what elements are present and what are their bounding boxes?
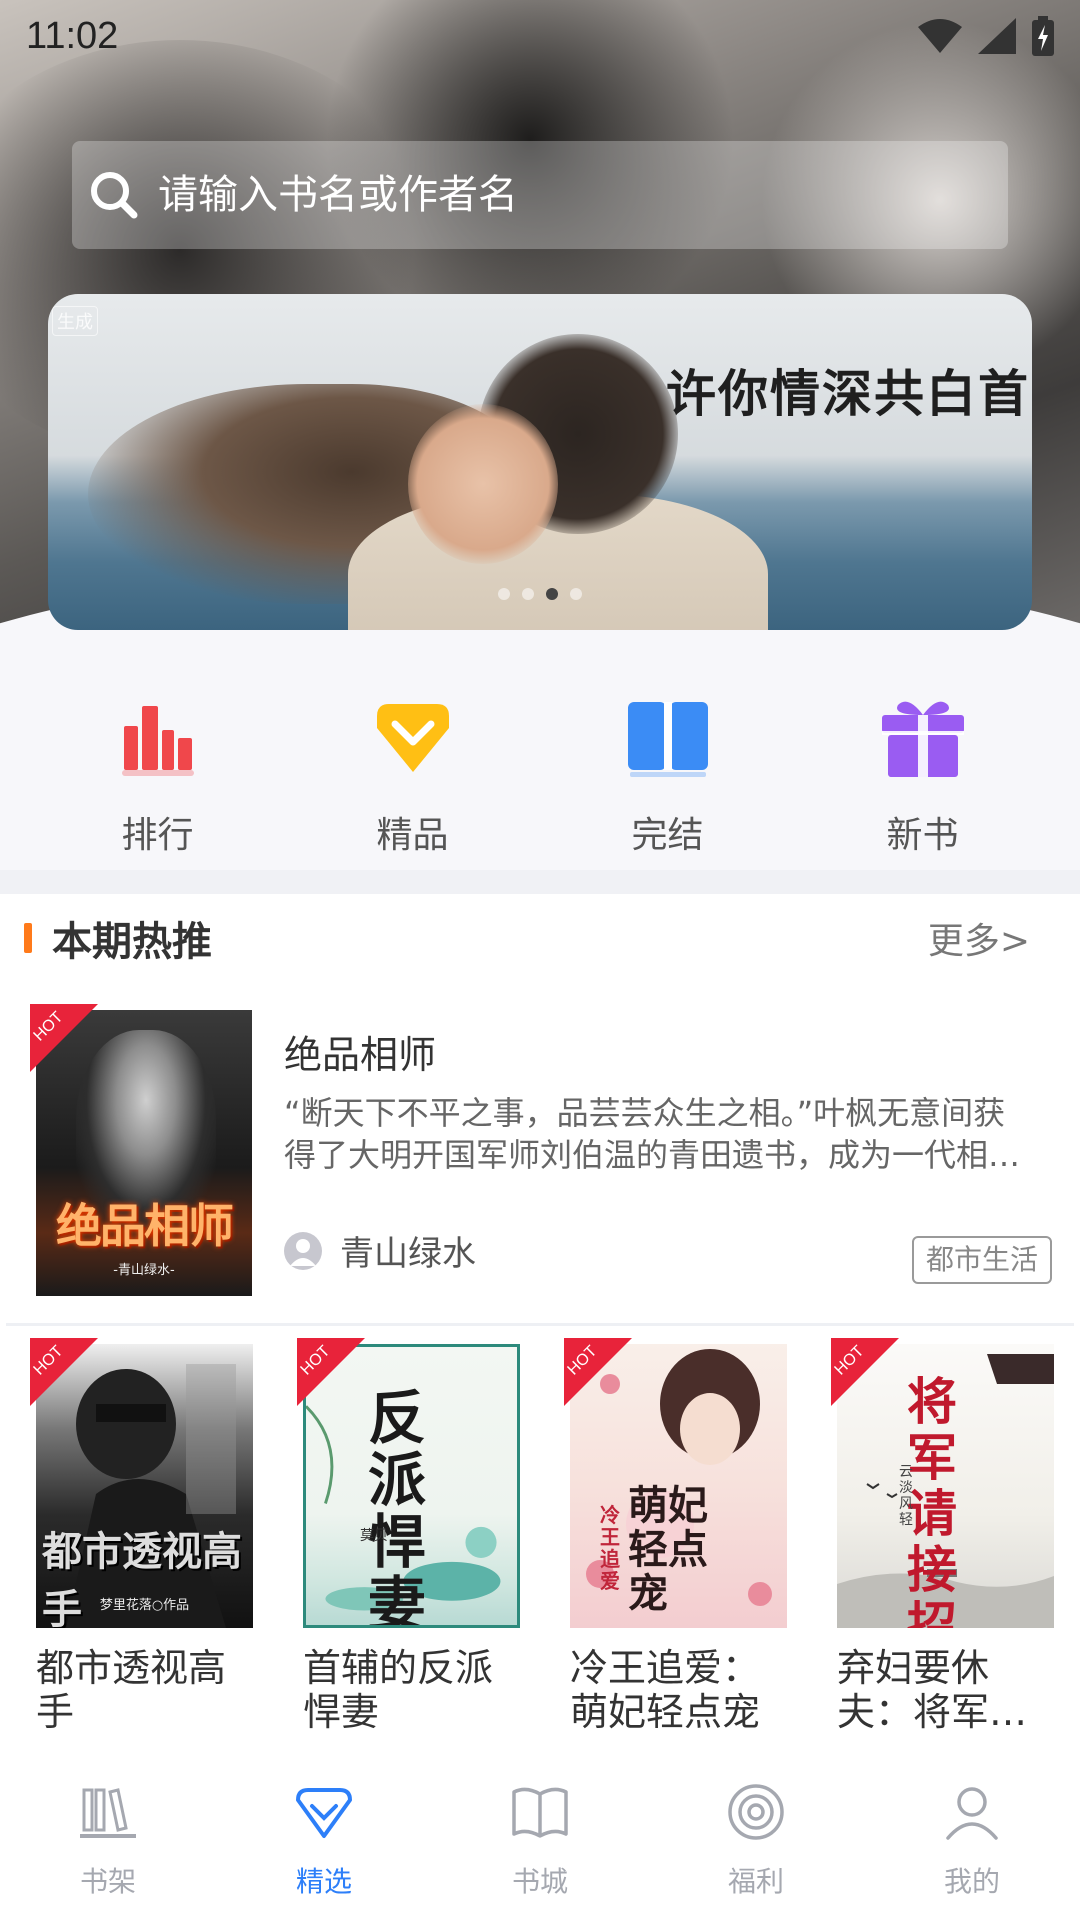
banner-tag: 生成	[52, 306, 98, 336]
banner-dot[interactable]	[570, 588, 582, 600]
bookshelf-icon	[80, 1788, 136, 1838]
cover-title-art: 反派悍妻	[368, 1384, 427, 1628]
book-description: “断天下不平之事，品芸芸众生之相。”叶枫无意间获得了大明开国军师刘伯温的青田遗书…	[284, 1094, 1006, 1174]
category-ranking[interactable]: 排行	[68, 640, 248, 870]
tab-label: 精选	[295, 1865, 352, 1898]
section-title: 本期热推	[52, 919, 212, 965]
author-row: 青山绿水	[284, 1226, 476, 1275]
battery-icon	[1032, 16, 1054, 56]
tab-welfare[interactable]: 福利	[676, 1780, 836, 1900]
genre-tag[interactable]: 都市生活	[911, 1236, 1052, 1284]
tab-label: 书架	[79, 1865, 136, 1898]
banner-title: 许你情深共白首	[666, 364, 1030, 423]
status-icons	[918, 16, 1054, 56]
banner-pagination	[48, 588, 1032, 600]
grid-book[interactable]: 反派悍妻 莫贝 HOT 首辅的反派悍妻	[297, 1338, 520, 1750]
bottom-tab-bar: 书架 精选 书城 福利 我的	[0, 1750, 1080, 1920]
tab-profile[interactable]: 我的	[892, 1780, 1052, 1900]
hot-badge: HOT	[831, 1338, 931, 1408]
book-grid: 都市透视高手 梦里花落○作品 HOT 都市透视高手 反派悍妻 莫贝 HOT 首辅…	[0, 1326, 1080, 1750]
status-time: 11:02	[26, 14, 119, 57]
open-book-icon	[627, 702, 708, 777]
status-bar: 11:02	[0, 0, 1080, 72]
category-completed[interactable]: 完结	[578, 640, 758, 870]
banner-dot-active[interactable]	[546, 588, 558, 600]
category-label: 排行	[121, 815, 194, 856]
book-title[interactable]: 绝品相师	[284, 1024, 436, 1079]
category-shortcuts: 排行 精品 完结 新书	[0, 640, 1080, 870]
promo-banner[interactable]: 生成 许你情深共白首	[48, 294, 1032, 630]
book-title[interactable]: 都市透视高手	[36, 1646, 253, 1734]
bar-chart-icon	[121, 706, 194, 776]
hot-badge: HOT	[30, 1338, 130, 1408]
tab-featured[interactable]: 精选	[244, 1780, 404, 1900]
cover-subtitle-art: 冷王追爱	[600, 1503, 620, 1593]
cover-title-art: 将军请接招	[907, 1372, 957, 1629]
cover-title-art: 绝品相师	[56, 1199, 234, 1253]
search-input[interactable]	[158, 172, 1008, 218]
cover-author-art: 云淡风轻	[899, 1464, 913, 1528]
signal-icon	[978, 18, 1016, 54]
banner-dot[interactable]	[522, 588, 534, 600]
welfare-icon	[728, 1784, 784, 1840]
section-marker	[24, 923, 32, 953]
tab-label: 福利	[727, 1865, 784, 1898]
category-premium[interactable]: 精品	[323, 640, 503, 870]
cover-author-art: -青山绿水-	[113, 1263, 175, 1278]
book-title[interactable]: 首辅的反派悍妻	[303, 1646, 520, 1734]
tab-label: 我的	[943, 1865, 1000, 1898]
featured-diamond-icon	[296, 1788, 352, 1838]
book-store-icon	[512, 1787, 568, 1838]
tab-bookstore[interactable]: 书城	[460, 1780, 620, 1900]
author-name: 青山绿水	[340, 1234, 476, 1274]
grid-book[interactable]: 将军请接招 云淡风轻 HOT 弃妇要休夫：将军请接招	[831, 1338, 1054, 1750]
category-label: 新书	[886, 815, 959, 856]
more-link[interactable]: 更多>	[928, 912, 1030, 964]
cover-author-art: 梦里花落○作品	[99, 1598, 190, 1613]
author-avatar-icon	[284, 1231, 322, 1270]
profile-icon	[946, 1787, 998, 1840]
book-title[interactable]: 冷王追爱：萌妃轻点宠	[570, 1646, 787, 1734]
wifi-icon	[918, 19, 962, 53]
category-label: 精品	[376, 815, 449, 856]
cover-title-art: 萌妃轻点宠	[628, 1482, 708, 1617]
grid-book[interactable]: 都市透视高手 梦里花落○作品 HOT 都市透视高手	[30, 1338, 253, 1750]
banner-dot[interactable]	[498, 588, 510, 600]
featured-book-card[interactable]: 绝品相师 -青山绿水- HOT 绝品相师 “断天下不平之事，品芸芸众生之相。”叶…	[6, 982, 1074, 1326]
book-title[interactable]: 弃妇要休夫：将军请接招	[837, 1646, 1054, 1734]
gift-icon	[881, 701, 964, 777]
section-divider	[0, 870, 1080, 894]
tab-label: 书城	[511, 1865, 568, 1898]
hot-badge: HOT	[564, 1338, 664, 1408]
hot-badge: HOT	[30, 1004, 130, 1074]
category-label: 完结	[631, 815, 704, 856]
cover-author-art: 莫贝	[360, 1528, 388, 1544]
tab-bookshelf[interactable]: 书架	[28, 1780, 188, 1900]
grid-book[interactable]: 萌妃轻点宠 冷王追爱 HOT 冷王追爱：萌妃轻点宠	[564, 1338, 787, 1750]
diamond-icon	[376, 704, 449, 772]
category-new-books[interactable]: 新书	[833, 640, 1013, 870]
search-icon	[91, 172, 138, 219]
hot-badge: HOT	[297, 1338, 397, 1408]
section-header: 本期热推 更多>	[0, 894, 1080, 982]
search-bar[interactable]	[72, 141, 1008, 249]
